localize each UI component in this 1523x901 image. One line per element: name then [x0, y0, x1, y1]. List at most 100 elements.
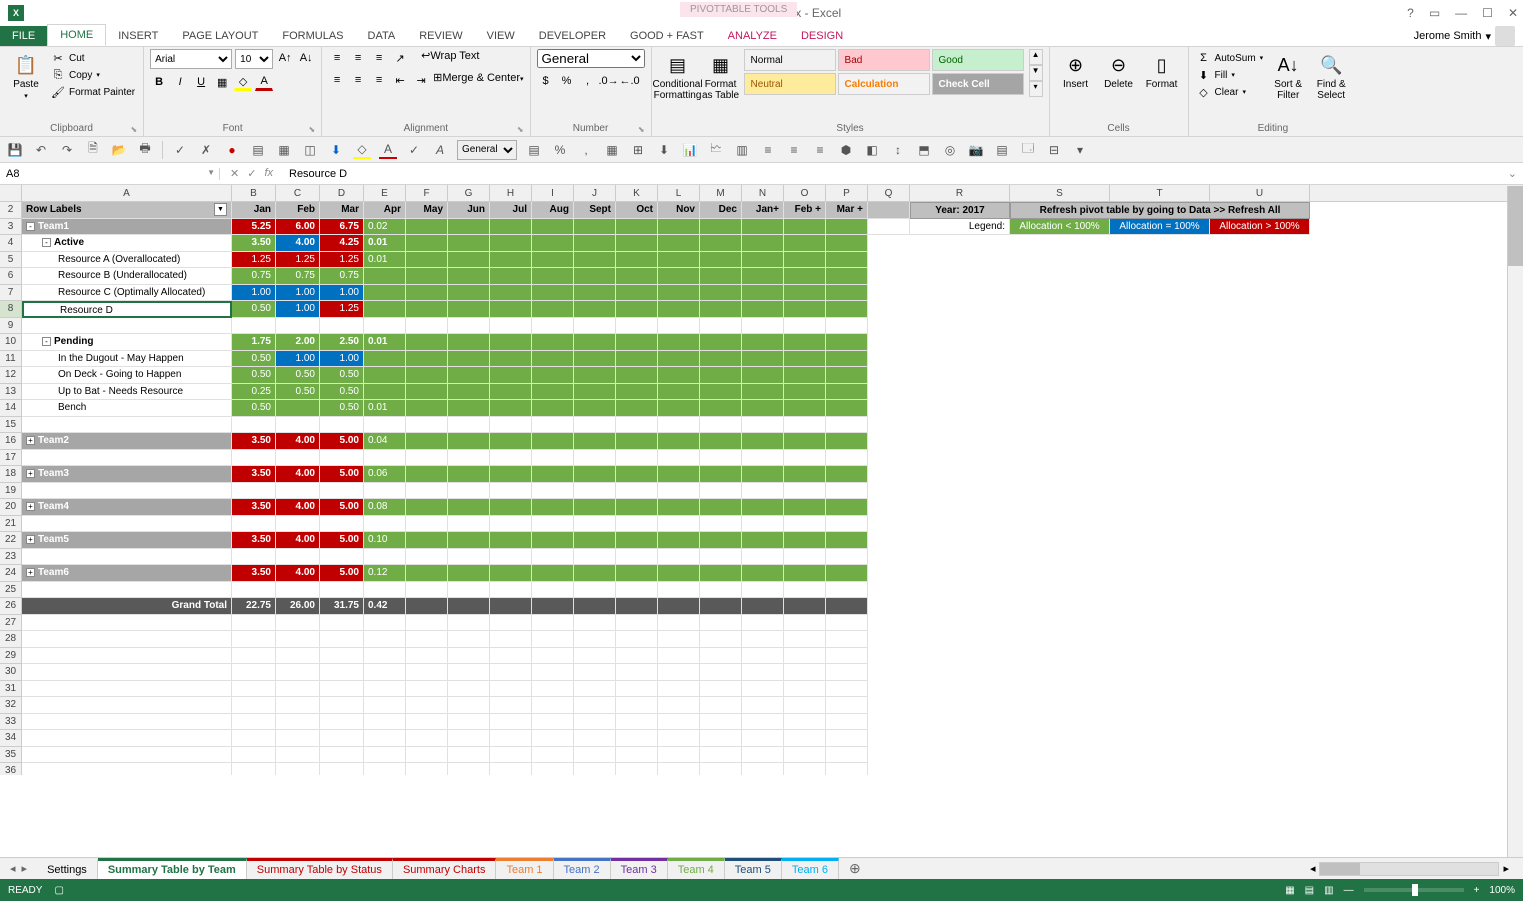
font-color-button[interactable]: A — [255, 73, 273, 91]
maximize-icon[interactable]: ☐ — [1482, 6, 1493, 20]
col-header-C[interactable]: C — [276, 185, 320, 201]
qat-btn5[interactable]: ▦ — [275, 141, 293, 159]
fill-button[interactable]: ⬇Fill▾ — [1195, 68, 1266, 82]
row-header[interactable]: 26 — [0, 598, 22, 615]
qat-btn2[interactable]: ✗ — [197, 141, 215, 159]
copy-button[interactable]: ⎘Copy▾ — [49, 68, 137, 82]
row-header[interactable]: 35 — [0, 747, 22, 764]
qat-btn19[interactable]: 🗠 — [707, 141, 725, 159]
col-header-E[interactable]: E — [364, 185, 406, 201]
expand-icon[interactable]: + — [26, 469, 35, 478]
sheet-tab[interactable]: Team 1 — [496, 858, 553, 879]
row-header[interactable]: 20 — [0, 499, 22, 516]
formula-expand-icon[interactable]: ⌄ — [1502, 167, 1523, 180]
name-box[interactable]: A8▼ — [0, 168, 220, 180]
tab-data[interactable]: DATA — [356, 26, 408, 46]
avatar[interactable] — [1495, 26, 1515, 46]
sheet-nav-last-icon[interactable]: ▸ — [22, 862, 28, 875]
close-icon[interactable]: ✕ — [1508, 6, 1518, 20]
row-header[interactable]: 22 — [0, 532, 22, 549]
ribbon-display-icon[interactable]: ▭ — [1429, 6, 1440, 20]
gallery-more-icon[interactable]: ▾ — [1029, 81, 1043, 97]
percent-format-icon[interactable]: % — [558, 72, 576, 90]
col-header-F[interactable]: F — [406, 185, 448, 201]
refresh-hint[interactable]: Refresh pivot table by going to Data >> … — [1010, 202, 1310, 219]
row-header[interactable]: 5 — [0, 252, 22, 269]
tab-home[interactable]: HOME — [47, 24, 106, 46]
style-neutral[interactable]: Neutral — [744, 73, 836, 95]
expand-icon[interactable]: + — [26, 502, 35, 511]
qat-btn6[interactable]: ◫ — [301, 141, 319, 159]
col-header-D[interactable]: D — [320, 185, 364, 201]
style-normal[interactable]: Normal — [744, 49, 836, 71]
view-normal-icon[interactable]: ▦ — [1285, 885, 1294, 896]
row-header[interactable]: 9 — [0, 318, 22, 335]
row-header[interactable]: 21 — [0, 516, 22, 533]
row-header[interactable]: 25 — [0, 582, 22, 599]
row-header[interactable]: 30 — [0, 664, 22, 681]
col-header-N[interactable]: N — [742, 185, 784, 201]
comma-format-icon[interactable]: , — [579, 72, 597, 90]
legend-under[interactable]: Allocation < 100% — [1010, 219, 1110, 236]
row-header[interactable]: 18 — [0, 466, 22, 483]
zoom-out-icon[interactable]: — — [1344, 885, 1354, 896]
view-page-break-icon[interactable]: ▥ — [1324, 885, 1333, 896]
sheet-tab[interactable]: Team 2 — [554, 858, 611, 879]
style-check-cell[interactable]: Check Cell — [932, 73, 1024, 95]
orientation-icon[interactable]: ↗ — [391, 49, 409, 67]
tab-file[interactable]: FILE — [0, 26, 47, 46]
row-header[interactable]: 16 — [0, 433, 22, 450]
tab-view[interactable]: VIEW — [475, 26, 527, 46]
row-header[interactable]: 33 — [0, 714, 22, 731]
expand-icon[interactable]: + — [26, 568, 35, 577]
expand-icon[interactable]: - — [42, 337, 51, 346]
expand-icon[interactable]: - — [42, 238, 51, 247]
expand-icon[interactable]: + — [26, 535, 35, 544]
filter-dropdown-icon[interactable]: ▼ — [214, 203, 227, 216]
row-header[interactable]: 23 — [0, 549, 22, 566]
col-header-T[interactable]: T — [1110, 185, 1210, 201]
qat-btn31[interactable]: 🗔 — [1019, 141, 1037, 159]
row-header[interactable]: 13 — [0, 384, 22, 401]
conditional-formatting-button[interactable]: ▤Conditional Formatting — [658, 49, 698, 101]
col-header-I[interactable]: I — [532, 185, 574, 201]
row-header[interactable]: 12 — [0, 367, 22, 384]
fill-color-button[interactable]: ◇ — [234, 73, 252, 91]
row-header[interactable]: 24 — [0, 565, 22, 582]
qat-btn28[interactable]: ◎ — [941, 141, 959, 159]
underline-button[interactable]: U — [192, 73, 210, 91]
row-header[interactable]: 8 — [0, 301, 22, 318]
add-sheet-button[interactable]: ⊕ — [839, 860, 871, 877]
user-name[interactable]: Jerome Smith — [1414, 30, 1482, 42]
merge-center-button[interactable]: ⊞Merge & Center▾ — [433, 71, 523, 89]
cut-button[interactable]: ✂Cut — [49, 51, 137, 65]
sheet-nav-first-icon[interactable]: ◂ — [10, 862, 16, 875]
col-header-M[interactable]: M — [700, 185, 742, 201]
font-name-select[interactable]: Arial — [150, 49, 232, 69]
increase-decimal-icon[interactable]: .0→ — [600, 72, 618, 90]
row-header[interactable]: 14 — [0, 400, 22, 417]
align-left-icon[interactable]: ≡ — [328, 71, 346, 89]
horizontal-scrollbar[interactable]: ◂▸ — [871, 862, 1523, 876]
style-bad[interactable]: Bad — [838, 49, 930, 71]
worksheet-grid[interactable]: ABCDEFGHIJKLMNOPQRSTU 2Row Labels▼JanFeb… — [0, 185, 1523, 775]
qat-btn13[interactable]: % — [551, 141, 569, 159]
legend-equal[interactable]: Allocation = 100% — [1110, 219, 1210, 236]
align-top-icon[interactable]: ≡ — [328, 49, 346, 67]
col-header-G[interactable]: G — [448, 185, 490, 201]
expand-icon[interactable]: - — [26, 222, 35, 231]
col-header-R[interactable]: R — [910, 185, 1010, 201]
row-header[interactable]: 11 — [0, 351, 22, 368]
sheet-tab[interactable]: Summary Table by Team — [98, 858, 247, 879]
sheet-tab[interactable]: Team 5 — [725, 858, 782, 879]
align-center-icon[interactable]: ≡ — [349, 71, 367, 89]
qat-btn3[interactable]: ● — [223, 141, 241, 159]
row-header[interactable]: 27 — [0, 615, 22, 632]
style-calculation[interactable]: Calculation — [838, 73, 930, 95]
tab-design[interactable]: DESIGN — [789, 26, 855, 46]
clear-button[interactable]: ◇Clear▾ — [1195, 85, 1266, 99]
qat-btn21[interactable]: ≡ — [759, 141, 777, 159]
col-header-J[interactable]: J — [574, 185, 616, 201]
qat-undo-icon[interactable]: ↶ — [32, 141, 50, 159]
find-select-button[interactable]: 🔍Find & Select — [1311, 49, 1351, 101]
